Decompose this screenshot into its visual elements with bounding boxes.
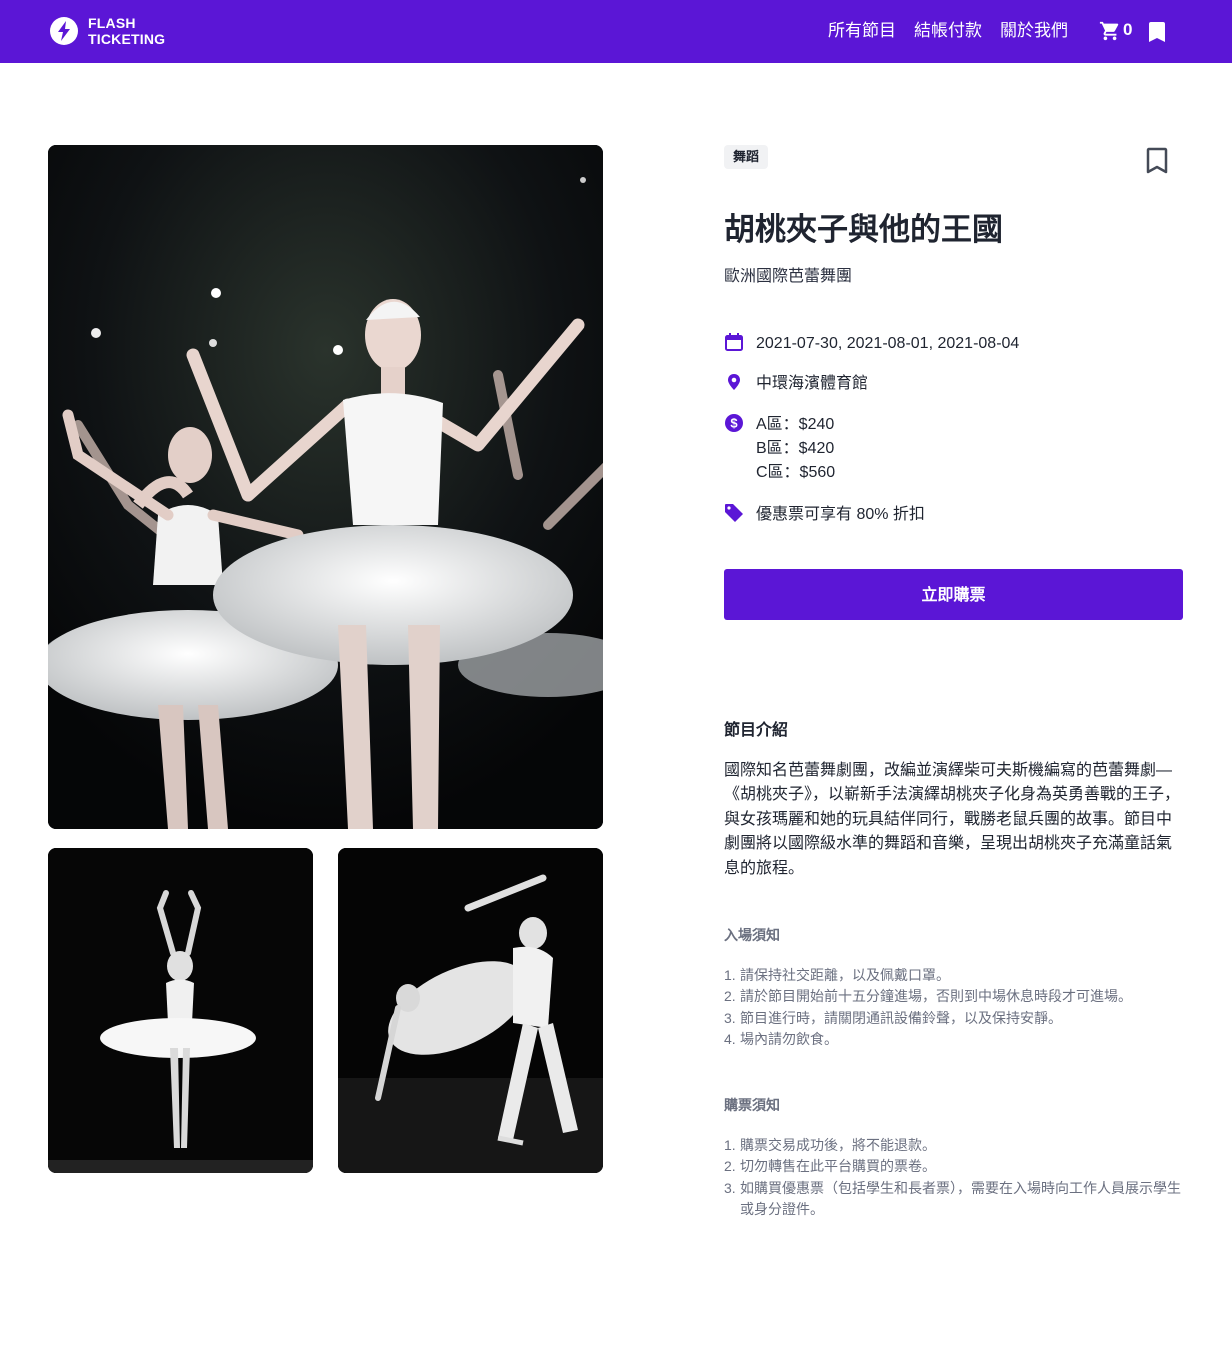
list-item: 4. 場內請勿飲食。 xyxy=(724,1031,838,1048)
nav-about-us[interactable]: 關於我們 xyxy=(1000,20,1068,42)
bookmark-icon[interactable] xyxy=(1145,147,1169,175)
entry-rule-text: 場內請勿飲食。 xyxy=(740,1031,838,1048)
intro-heading: 節目介紹 xyxy=(724,722,789,739)
brand-line-2: TICKETING xyxy=(88,31,166,47)
list-item: 3. 節目進行時，請關閉通訊設備鈴聲，以及保持安靜。 xyxy=(724,1009,1062,1026)
bookmark-icon[interactable] xyxy=(1149,22,1165,42)
purchase-rules-list: 1. 購票交易成功後，將不能退款。 2. 切勿轉售在此平台購買的票卷。 3. 如購買優… xyxy=(724,1135,1186,1221)
brand-logo[interactable]: FLASH TICKETING xyxy=(88,15,165,47)
top-nav-bar: FLASH TICKETING 所有節目 結帳付款 關於我們 0 xyxy=(0,0,1232,63)
list-item: 3. 如購買優惠票（包括學生和長者票），需要在入場時向工作人員展示學生或身分證件。 xyxy=(724,1179,1181,1218)
purchase-rules-heading: 購票須知 xyxy=(724,1097,780,1113)
event-discount: 優惠票可享有 80% 折扣 xyxy=(756,506,925,523)
event-main-photo xyxy=(48,145,603,829)
cart-icon xyxy=(1099,21,1119,41)
price-zone-a: A區：$240 xyxy=(756,416,835,433)
event-performer: 歐洲國際芭蕾舞團 xyxy=(724,268,853,285)
tag-icon xyxy=(725,504,743,522)
event-venue: 中環海濱體育館 xyxy=(756,375,869,392)
list-item: 2. 請於節目開始前十五分鐘進場，否則到中場休息時段才可進場。 xyxy=(724,988,1132,1005)
entry-rule-text: 請保持社交距離，以及佩戴口罩。 xyxy=(740,967,950,983)
event-title: 胡桃夾子與他的王國 xyxy=(724,212,1003,247)
purchase-rule-text: 切勿轉售在此平台購買的票卷。 xyxy=(740,1158,936,1175)
event-photo-pas-de-deux xyxy=(338,848,603,1173)
cart-count: 0 xyxy=(1123,20,1133,39)
list-item: 1. 請保持社交距離，以及佩戴口罩。 xyxy=(724,967,950,983)
entry-rule-text: 請於節目開始前十五分鐘進場，否則到中場休息時段才可進場。 xyxy=(740,988,1132,1005)
entry-rules-list: 1. 請保持社交距離，以及佩戴口罩。 2. 請於節目開始前十五分鐘進場，否則到中場休… xyxy=(724,965,1186,1051)
purchase-rule-text: 如購買優惠票（包括學生和長者票），需要在入場時向工作人員展示學生或身分證件。 xyxy=(740,1179,1181,1218)
brand-line-1: FLASH xyxy=(88,15,136,31)
svg-text:$: $ xyxy=(730,416,738,431)
price-zone-b: B區：$420 xyxy=(756,440,835,457)
purchase-rule-text: 購票交易成功後，將不能退款。 xyxy=(740,1137,936,1153)
lightning-bolt-icon[interactable] xyxy=(50,17,78,45)
entry-rule-text: 節目進行時，請關閉通訊設備鈴聲，以及保持安靜。 xyxy=(740,1009,1062,1026)
dollar-icon: $ xyxy=(725,414,743,432)
location-pin-icon xyxy=(728,374,740,390)
buy-ticket-button[interactable]: 立即購票 xyxy=(724,569,1183,620)
list-item: 2. 切勿轉售在此平台購買的票卷。 xyxy=(724,1158,936,1175)
entry-rules-heading: 入場須知 xyxy=(724,927,780,943)
calendar-icon xyxy=(725,333,743,351)
event-dates: 2021-07-30, 2021-08-01, 2021-08-04 xyxy=(756,335,1020,352)
event-photo-solo-dancer xyxy=(48,848,313,1173)
nav-all-events[interactable]: 所有節目 xyxy=(828,20,896,42)
intro-body: 國際知名芭蕾舞劇團，改編並演繹柴可夫斯機編寫的芭蕾舞劇—《胡桃夾子》，以嶄新手法… xyxy=(724,762,1181,877)
list-item: 1. 購票交易成功後，將不能退款。 xyxy=(724,1137,936,1153)
price-zone-c: C區：$560 xyxy=(756,464,836,481)
category-tag: 舞蹈 xyxy=(724,145,769,169)
nav-checkout[interactable]: 結帳付款 xyxy=(914,20,982,42)
